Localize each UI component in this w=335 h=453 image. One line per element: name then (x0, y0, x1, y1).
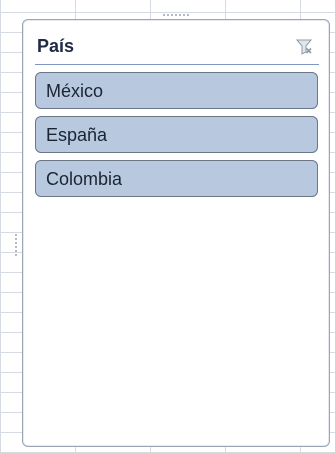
slicer-items: México España Colombia (35, 72, 318, 197)
top-resize-grip[interactable] (163, 14, 189, 20)
slicer-item-label: España (46, 124, 108, 145)
left-resize-grip[interactable] (15, 234, 21, 256)
slicer-title: País (37, 36, 75, 56)
filter-clear-icon (295, 39, 313, 55)
slicer-item-mexico[interactable]: México (35, 72, 318, 109)
slicer-item-label: Colombia (46, 168, 123, 189)
slicer-item-colombia[interactable]: Colombia (35, 160, 318, 197)
country-slicer[interactable]: País México España Colombia (15, 14, 330, 447)
slicer-item-espana[interactable]: España (35, 116, 318, 153)
clear-filter-button[interactable] (293, 36, 315, 58)
slicer-header: País (35, 30, 319, 65)
slicer-item-label: México (46, 80, 104, 101)
